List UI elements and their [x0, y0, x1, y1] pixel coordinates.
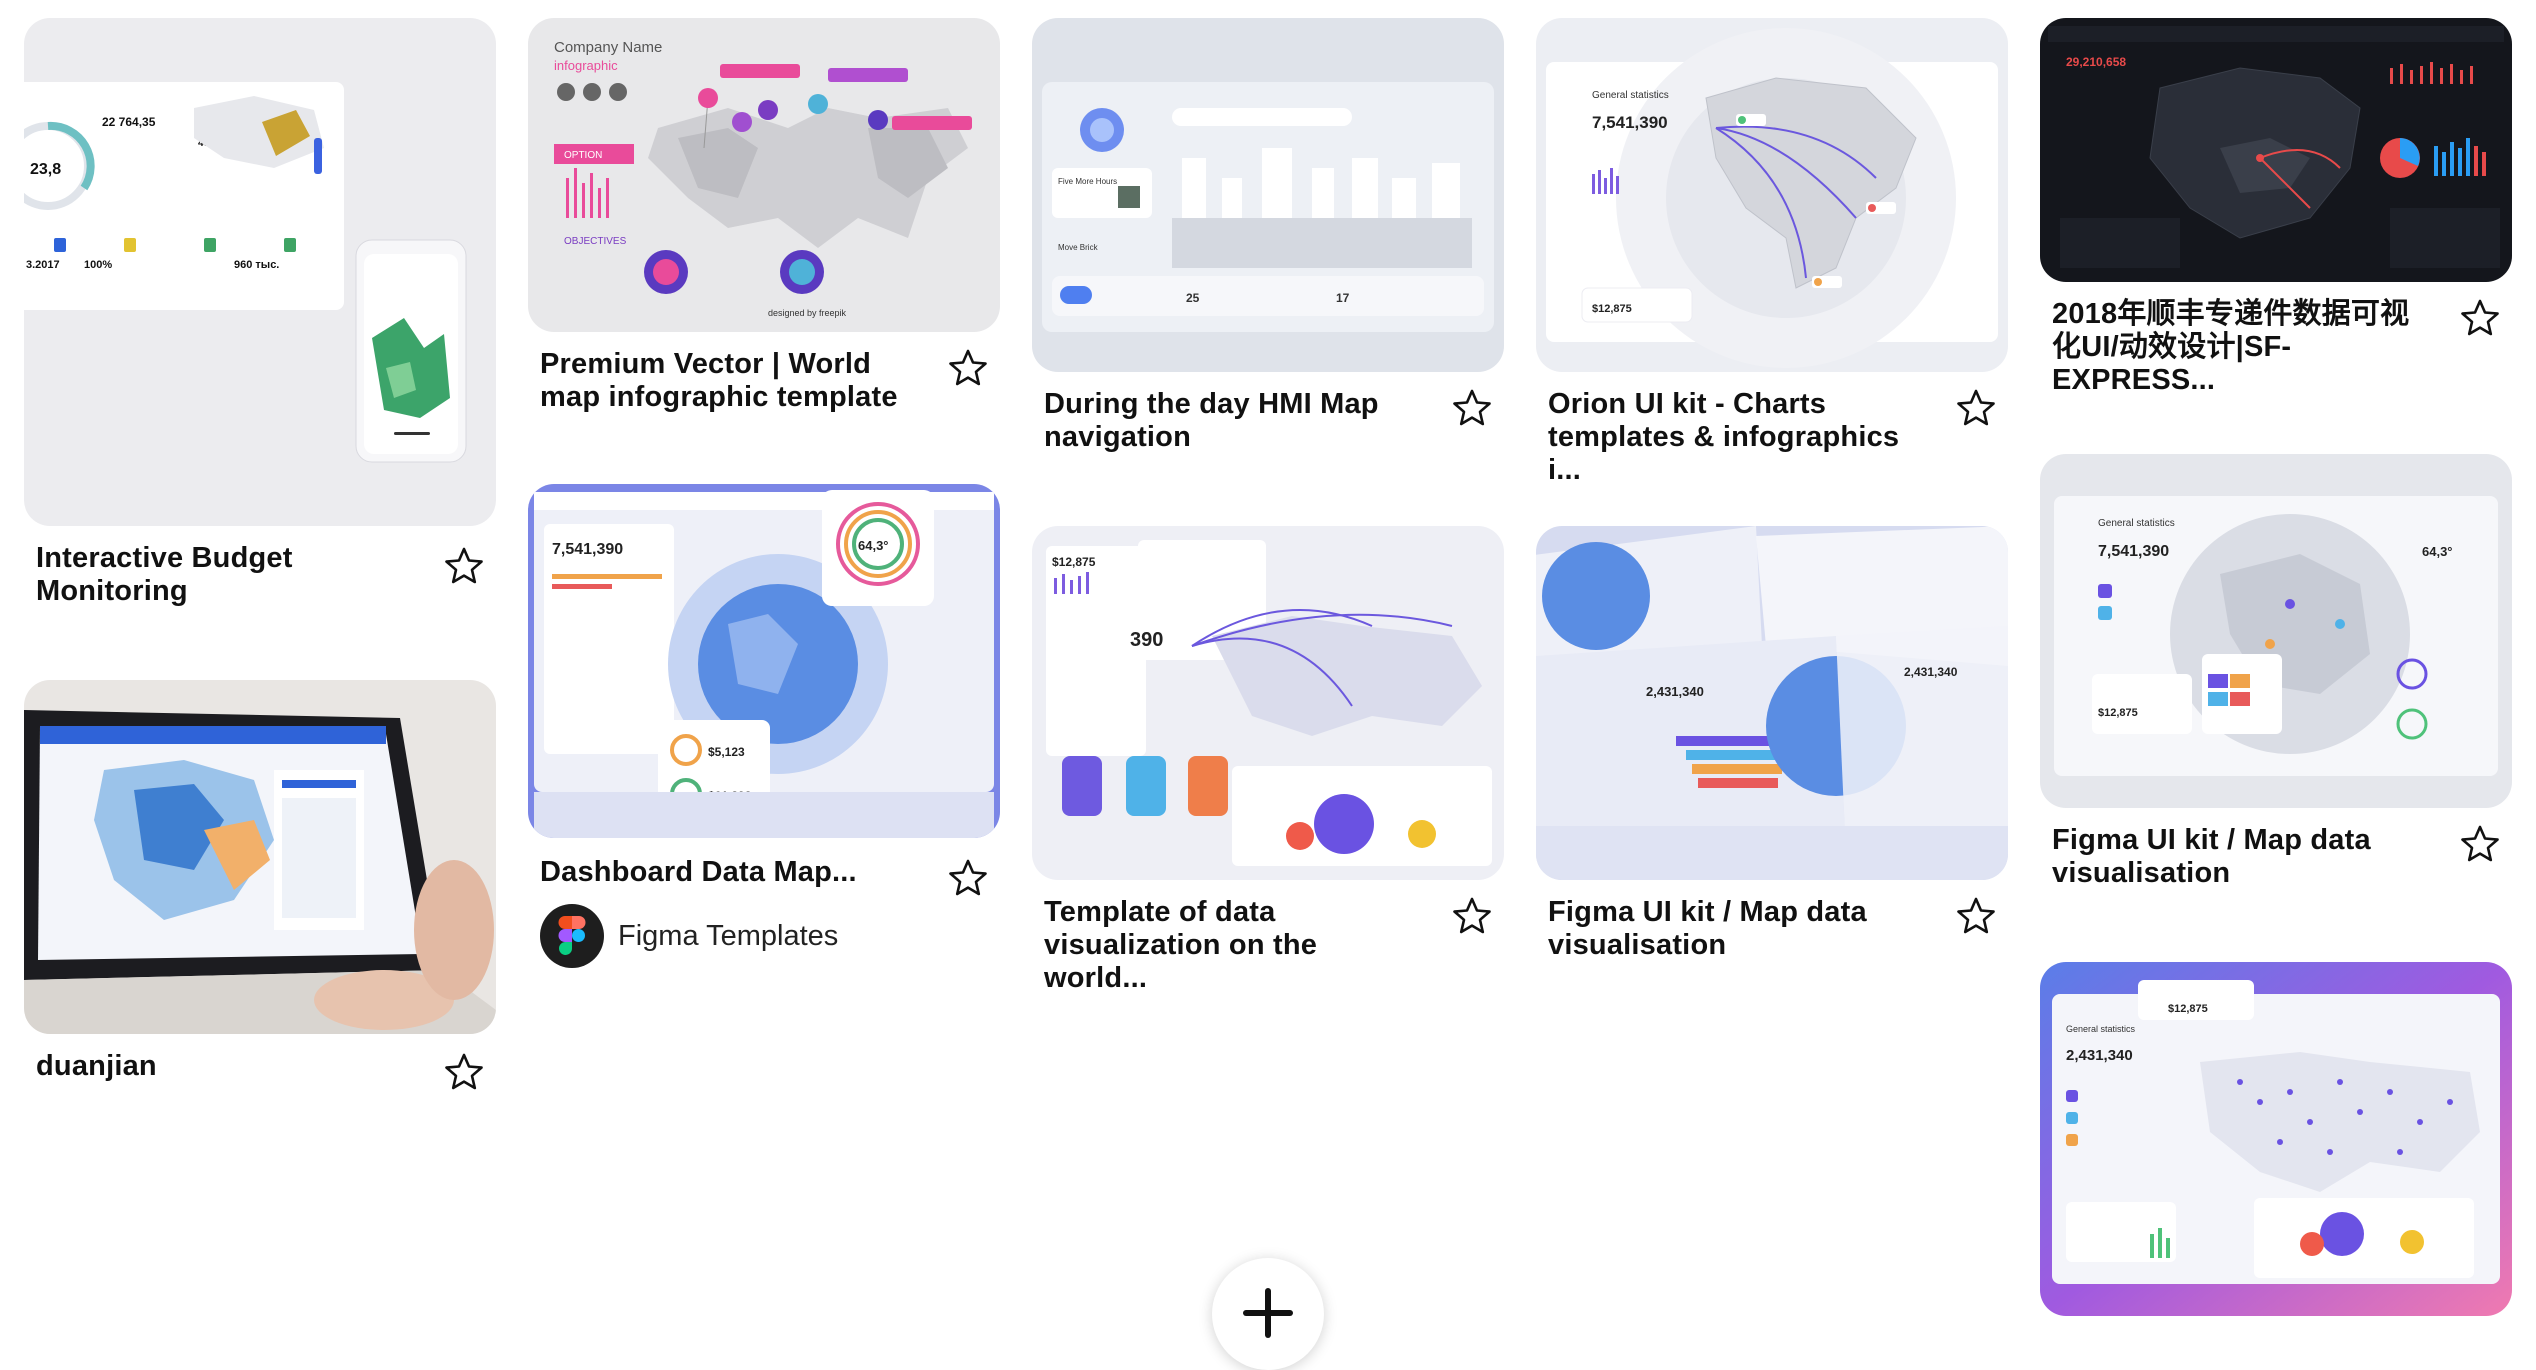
star-icon[interactable]: [444, 546, 484, 586]
source-name[interactable]: Figma Templates: [618, 920, 838, 953]
svg-text:$5,123: $5,123: [708, 745, 745, 759]
svg-text:25: 25: [1186, 291, 1200, 305]
pin-title[interactable]: Dashboard Data Map...: [540, 856, 920, 889]
star-icon[interactable]: [948, 348, 988, 388]
pin-image[interactable]: 2,431,340 2,431,340 7,541,390: [1536, 526, 2008, 880]
pin-card[interactable]: 7,541,390 64,3° $5,123 $61,892 Dashboard…: [528, 484, 1000, 974]
pin-image[interactable]: General statistics 7,541,390 $12,875: [1536, 18, 2008, 372]
star-icon[interactable]: [948, 858, 988, 898]
star-icon[interactable]: [1452, 388, 1492, 428]
pin-image[interactable]: Company Name infographic OPTION OBJECTIV…: [528, 18, 1000, 332]
svg-text:infographic: infographic: [554, 58, 618, 73]
svg-text:designed by freepik: designed by freepik: [768, 308, 847, 318]
pin-card[interactable]: $12,875 390 Template of data visualizati…: [1032, 526, 1504, 994]
svg-text:7,541,390: 7,541,390: [2098, 543, 2169, 560]
svg-text:General statistics: General statistics: [2098, 518, 2175, 529]
add-button[interactable]: [1212, 1258, 1324, 1370]
svg-text:3.2017: 3.2017: [26, 259, 60, 271]
svg-text:Move Brick: Move Brick: [1058, 243, 1099, 252]
svg-text:7,541,390: 7,541,390: [1592, 113, 1668, 132]
svg-text:7,541,390: 7,541,390: [552, 541, 623, 558]
svg-text:$12,875: $12,875: [2168, 1003, 2208, 1015]
pin-image[interactable]: 23,8 22 764,35 172 46 312 3.2017 100% 96…: [24, 18, 496, 526]
svg-text:General statistics: General statistics: [1592, 90, 1669, 101]
svg-text:23,8: 23,8: [30, 161, 61, 178]
pin-image[interactable]: $12,875 390: [1032, 526, 1504, 880]
pin-image[interactable]: $12,875 General statistics 2,431,340: [2040, 962, 2512, 1316]
star-icon[interactable]: [444, 1052, 484, 1092]
svg-text:22 764,35: 22 764,35: [102, 115, 156, 129]
pin-title[interactable]: 2018年顺丰专递件数据可视化UI/动效设计|SF-EXPRESS...: [2052, 298, 2432, 397]
pin-image[interactable]: 29,210,658: [2040, 18, 2512, 282]
pin-card[interactable]: 29,210,658 2018年顺丰专递件数据可视化UI/动效设计|SF-EXP…: [2040, 18, 2512, 408]
svg-text:OBJECTIVES: OBJECTIVES: [564, 236, 627, 247]
star-icon[interactable]: [1956, 896, 1996, 936]
star-icon[interactable]: [2460, 824, 2500, 864]
pin-card[interactable]: Company Name infographic OPTION OBJECTIV…: [528, 18, 1000, 428]
svg-text:2,431,340: 2,431,340: [2066, 1047, 2133, 1064]
pin-title[interactable]: Interactive Budget Monitoring: [36, 542, 416, 608]
pin-image[interactable]: Five More Hours Move Brick 25 17: [1032, 18, 1504, 372]
star-icon[interactable]: [2460, 298, 2500, 338]
svg-text:100%: 100%: [84, 259, 112, 271]
pin-card[interactable]: Five More Hours Move Brick 25 17 During …: [1032, 18, 1504, 468]
pin-title[interactable]: Figma UI kit / Map data visualisation: [1548, 896, 1928, 962]
figma-logo-icon: [540, 904, 604, 968]
svg-text:17: 17: [1336, 291, 1350, 305]
svg-text:OPTION: OPTION: [564, 150, 602, 161]
pin-image[interactable]: 7,541,390 64,3° $5,123 $61,892: [528, 484, 1000, 838]
svg-text:390: 390: [1130, 629, 1163, 651]
svg-text:2,431,340: 2,431,340: [1646, 684, 1704, 699]
pin-card[interactable]: General statistics 7,541,390 64,3° $12,8…: [2040, 454, 2512, 904]
svg-text:960 тыс.: 960 тыс.: [234, 259, 279, 271]
pin-card[interactable]: $12,875 General statistics 2,431,340: [2040, 962, 2512, 1338]
pin-title[interactable]: Orion UI kit - Charts templates & infogr…: [1548, 388, 1928, 487]
source-row[interactable]: Figma Templates: [540, 904, 838, 968]
star-icon[interactable]: [1452, 896, 1492, 936]
pin-title[interactable]: Premium Vector | World map infographic t…: [540, 348, 920, 414]
star-icon[interactable]: [1956, 388, 1996, 428]
svg-text:64,3°: 64,3°: [2422, 544, 2453, 559]
pin-card[interactable]: General statistics 7,541,390 $12,875 Ori…: [1536, 18, 2008, 486]
thumb-text: Company Name: [554, 39, 662, 56]
pin-image[interactable]: [24, 680, 496, 1034]
pin-title[interactable]: During the day HMI Map navigation: [1044, 388, 1424, 454]
svg-text:$12,875: $12,875: [1052, 555, 1096, 569]
pin-title[interactable]: Figma UI kit / Map data visualisation: [2052, 824, 2432, 890]
pin-card[interactable]: 23,8 22 764,35 172 46 312 3.2017 100% 96…: [24, 18, 496, 618]
svg-text:Five More Hours: Five More Hours: [1058, 177, 1117, 186]
pin-title[interactable]: Template of data visualization on the wo…: [1044, 896, 1424, 995]
plus-icon: [1243, 1288, 1293, 1338]
svg-text:2,431,340: 2,431,340: [1904, 665, 1958, 679]
svg-text:$12,875: $12,875: [2098, 707, 2138, 719]
pin-image[interactable]: General statistics 7,541,390 64,3° $12,8…: [2040, 454, 2512, 808]
svg-text:29,210,658: 29,210,658: [2066, 55, 2126, 69]
svg-text:64,3°: 64,3°: [858, 538, 889, 553]
pin-title[interactable]: duanjian: [36, 1050, 416, 1083]
svg-text:General statistics: General statistics: [2066, 1024, 2136, 1034]
svg-text:$12,875: $12,875: [1592, 303, 1632, 315]
pin-card[interactable]: 2,431,340 2,431,340 7,541,390 Figma UI k…: [1536, 526, 2008, 976]
pin-card[interactable]: duanjian: [24, 680, 496, 1100]
